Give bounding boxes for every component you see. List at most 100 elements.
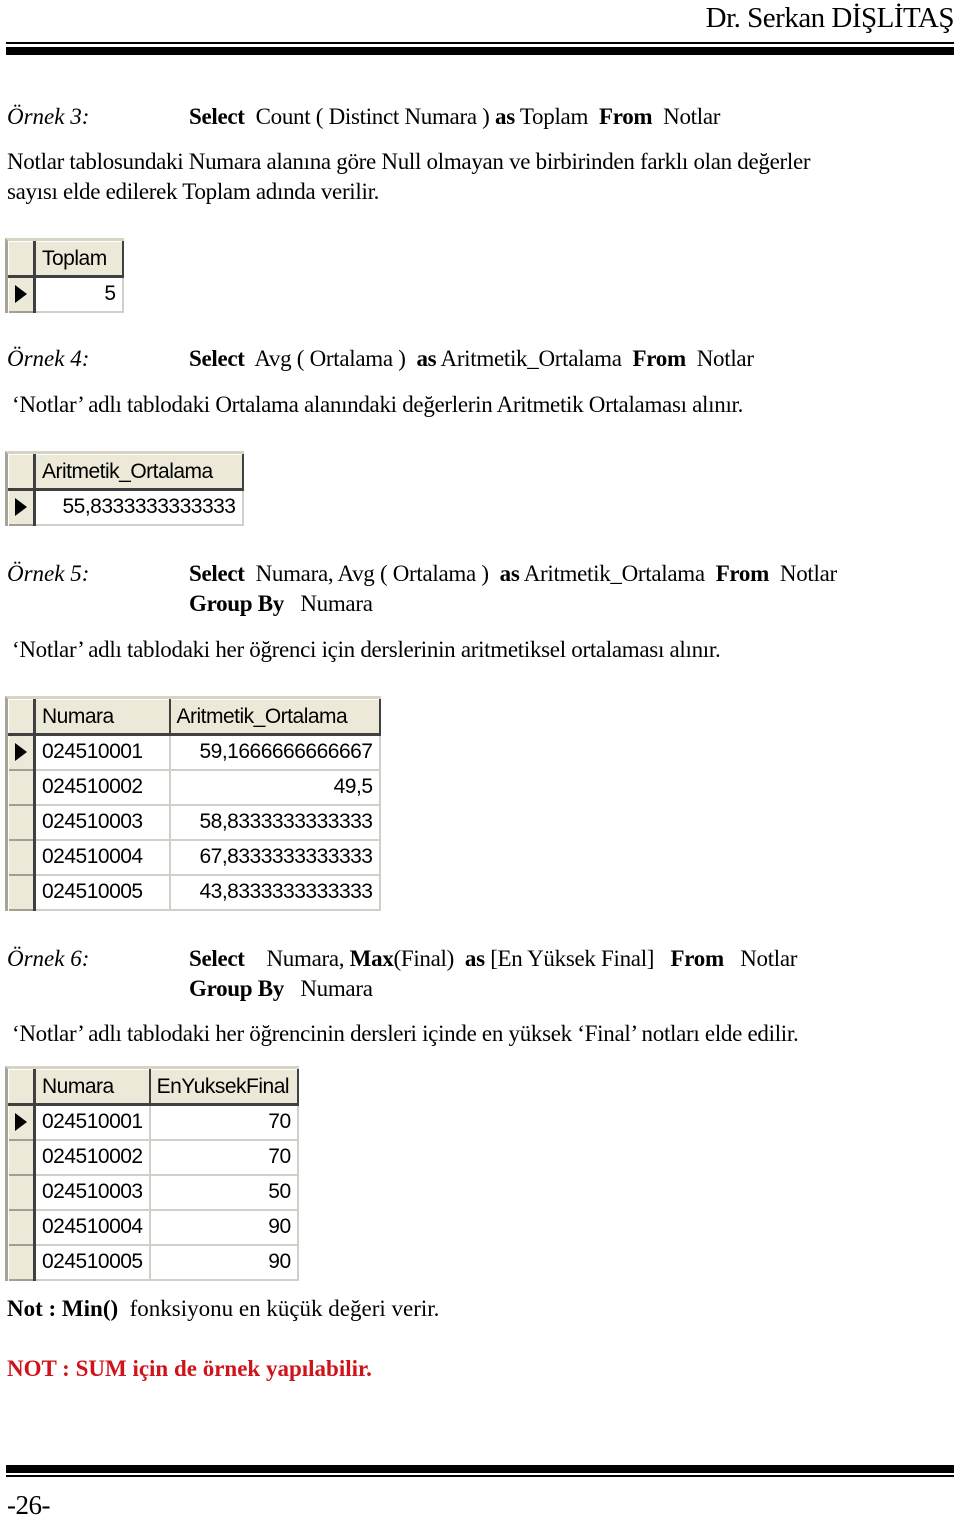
table-cell[interactable]: 50 [149,1174,299,1211]
table-row[interactable]: 024510004 90 [8,1209,299,1246]
column-header[interactable]: Aritmetik_Ortalama [34,454,244,491]
sql-keyword: Select [189,346,245,371]
table-row[interactable]: 024510001 70 [8,1104,299,1141]
row-selector[interactable] [8,769,36,806]
example-3-description-line-1: Notlar tablosundaki Numara alanına göre … [7,149,811,174]
footer-rule-thick [6,1465,954,1473]
table-row[interactable]: 5 [8,276,124,313]
example-4-result-grid: Aritmetik_Ortalama 55,8333333333333 [5,451,244,526]
table-row[interactable]: 024510002 70 [8,1139,299,1176]
row-selector[interactable] [8,276,36,313]
table-row[interactable]: 55,8333333333333 [8,489,244,526]
sql-table: Notlar [779,561,837,586]
row-selector[interactable] [8,1174,36,1211]
sql-keyword: From [670,946,725,971]
sql-expression: Numara, Avg ( Ortalama ) [255,561,489,586]
column-header[interactable]: Numara [33,1069,151,1106]
min-note-text: fonksiyonu en küçük değeri verir. [129,1296,440,1321]
row-selector[interactable] [8,1104,36,1141]
row-selector[interactable] [8,1244,36,1281]
row-selector[interactable] [8,489,36,526]
table-row[interactable]: 024510004 67,8333333333333 [8,839,381,876]
footer-rule-thin [6,1475,954,1477]
column-header[interactable]: EnYuksekFinal [149,1069,299,1106]
table-cell[interactable]: 58,8333333333333 [169,804,381,841]
table-row[interactable]: 024510005 43,8333333333333 [8,874,381,911]
example-3-result-grid: Toplam 5 [5,238,124,313]
sql-column: Numara [300,591,373,616]
table-cell[interactable]: 90 [149,1244,299,1281]
table-cell[interactable]: 024510001 [34,734,171,771]
table-cell[interactable]: 024510005 [34,1244,151,1281]
table-cell[interactable]: 5 [34,276,124,313]
table-cell[interactable]: 024510003 [34,1174,151,1211]
row-selector[interactable] [8,874,36,911]
example-3-description-line-2: sayısı elde edilerek Toplam adında veril… [7,179,380,204]
sql-keyword: From [632,346,687,371]
row-selector[interactable] [8,804,36,841]
table-cell[interactable]: 43,8333333333333 [169,874,381,911]
table-cell[interactable]: 024510002 [34,1139,151,1176]
sql-expression: Avg ( Ortalama ) [254,346,406,371]
sql-keyword: Group By [189,976,284,1001]
column-header[interactable]: Aritmetik_Ortalama [169,699,381,736]
table-cell[interactable]: 90 [149,1209,299,1246]
sql-table: Notlar [740,946,798,971]
row-selector[interactable] [8,839,36,876]
sql-alias: Aritmetik_Ortalama [523,561,705,586]
example-6-label: Örnek 6: [7,946,90,971]
example-6-description: ‘Notlar’ adlı tablodaki her öğrencinin d… [12,1021,799,1046]
current-row-arrow-icon [14,743,27,762]
table-row[interactable]: 024510003 50 [8,1174,299,1211]
example-6-sql-group-by: Group By Numara [189,976,373,1002]
sql-keyword: as [495,104,515,129]
example-4-label: Örnek 4: [7,346,90,371]
sql-keyword: Select [189,104,245,129]
table-cell[interactable]: 55,8333333333333 [34,489,244,526]
row-selector[interactable] [8,1139,36,1176]
table-cell[interactable]: 70 [149,1104,299,1141]
row-selector[interactable] [8,1209,36,1246]
sql-keyword: as [499,561,520,586]
sql-keyword: Group By [189,591,284,616]
sql-keyword: as [464,946,485,971]
row-selector-header [8,1069,36,1106]
table-cell[interactable]: 024510003 [34,804,171,841]
row-selector[interactable] [8,734,36,771]
page-number: -26- [7,1490,50,1519]
sql-table: Notlar [696,346,754,371]
example-4-sql: Select Avg ( Ortalama ) as Aritmetik_Ort… [189,346,754,372]
sql-alias: Toplam [519,104,589,129]
table-cell[interactable]: 024510004 [34,839,171,876]
sql-table: Notlar [663,104,721,129]
sql-keyword: as [416,346,437,371]
table-row[interactable]: 024510002 49,5 [8,769,381,806]
example-3-sql: Select Count ( Distinct Numara ) as Topl… [189,104,720,130]
row-selector-header [8,454,36,491]
table-cell[interactable]: 024510005 [34,874,171,911]
table-cell[interactable]: 024510004 [34,1209,151,1246]
table-cell[interactable]: 024510002 [34,769,171,806]
sql-argument: (Final) [393,946,454,971]
example-4-description: ‘Notlar’ adlı tablodaki Ortalama alanınd… [12,392,744,417]
sql-keyword: From [715,561,770,586]
sql-column: Numara [300,976,373,1001]
table-row[interactable]: 024510001 59,1666666666667 [8,734,381,771]
column-header[interactable]: Numara [34,699,171,736]
table-cell[interactable]: 024510001 [34,1104,151,1141]
example-3-label: Örnek 3: [7,104,90,129]
sql-keyword: Select [189,561,245,586]
sql-expression: Count ( Distinct Numara ) [255,104,490,129]
author-header: Dr. Serkan DİŞLİTAŞ [705,2,955,34]
table-cell[interactable]: 70 [149,1139,299,1176]
table-cell[interactable]: 59,1666666666667 [169,734,381,771]
min-note-keyword: Not : Min() [7,1296,119,1321]
current-row-arrow-icon [14,1113,27,1132]
table-cell[interactable]: 67,8333333333333 [169,839,381,876]
table-cell[interactable]: 49,5 [169,769,381,806]
table-row[interactable]: 024510003 58,8333333333333 [8,804,381,841]
row-selector-header [8,241,36,278]
column-header[interactable]: Toplam [34,241,124,278]
example-5-sql-group-by: Group By Numara [189,591,373,617]
table-row[interactable]: 024510005 90 [8,1244,299,1281]
